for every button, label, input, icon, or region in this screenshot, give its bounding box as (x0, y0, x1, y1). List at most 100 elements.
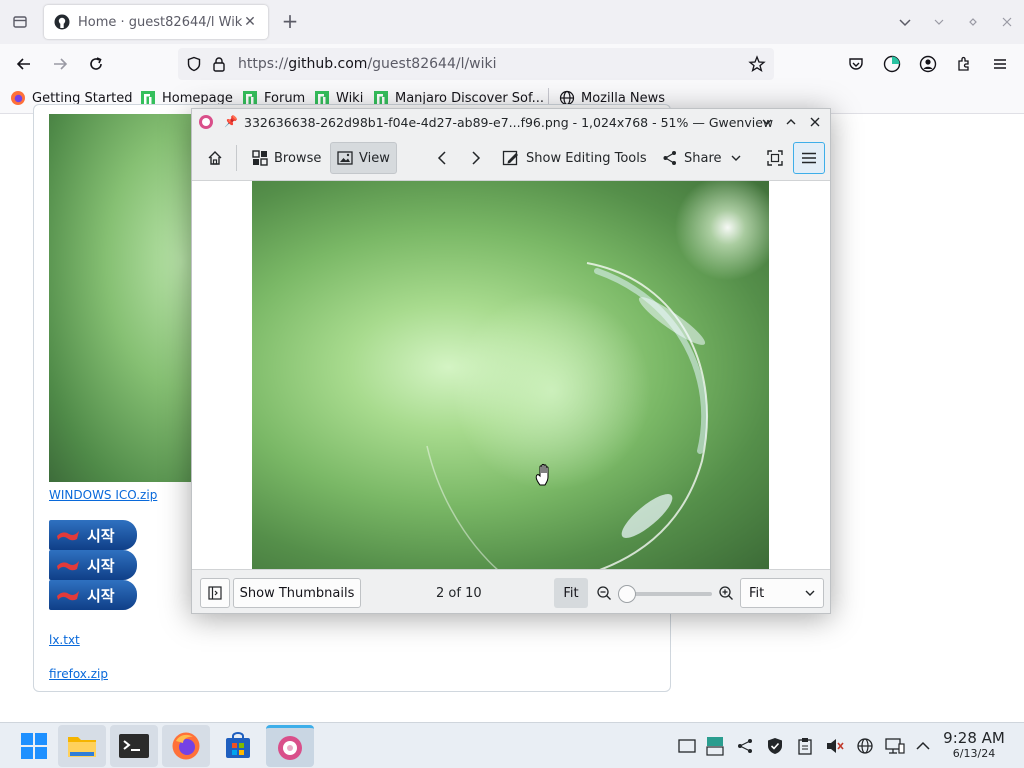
home-button[interactable] (200, 142, 230, 174)
zoom-slider-handle[interactable] (618, 585, 636, 603)
hamburger-menu-button[interactable] (793, 142, 825, 174)
firefox-icon (11, 91, 25, 105)
maximize-icon[interactable] (782, 113, 800, 131)
hamburger-menu-icon (802, 152, 816, 164)
bookmark-star-icon[interactable] (748, 55, 766, 73)
security-shield-icon[interactable] (764, 735, 786, 757)
start-flag-icon (57, 591, 79, 601)
firefox-icon (172, 732, 200, 760)
toolbar-separator (236, 145, 237, 171)
display-configuration-icon[interactable] (884, 735, 906, 757)
gwenview-titlebar[interactable]: 📌 332636638-262d98b1-f04e-4d27-ab89-e7..… (192, 109, 830, 135)
system-clock[interactable]: 9:28 AM 6/13/24 (934, 729, 1014, 761)
sidebar-toggle-button[interactable] (200, 578, 230, 608)
clipboard-icon[interactable] (794, 735, 816, 757)
start-flag-icon (57, 531, 79, 541)
start-menu-button[interactable] (10, 725, 58, 767)
start-label: 시작 (87, 586, 115, 605)
taskbar-firefox[interactable] (162, 725, 210, 767)
chevron-down-icon (731, 155, 741, 161)
start-button-image: 시작 (49, 580, 137, 610)
minimize-icon[interactable] (922, 10, 956, 34)
image-view-icon (337, 151, 353, 165)
start-flag-icon (57, 561, 79, 571)
taskbar-terminal[interactable] (110, 725, 158, 767)
zoom-out-icon[interactable] (596, 585, 612, 601)
taskbar-file-manager[interactable] (58, 725, 106, 767)
pin-icon[interactable]: 📌 (224, 115, 238, 129)
browser-tab[interactable]: Home · guest82644/l Wiki ✕ (44, 5, 268, 39)
lx-txt-link[interactable]: lx.txt (49, 633, 80, 647)
lock-icon[interactable] (212, 56, 226, 72)
zoom-mode-select[interactable]: Fit (740, 578, 824, 608)
tray-expand-chevron-up-icon[interactable] (912, 735, 934, 757)
url-prefix: https:// (238, 56, 289, 72)
close-window-icon[interactable] (990, 10, 1024, 34)
list-all-tabs-icon[interactable] (888, 10, 922, 34)
pocket-icon[interactable] (844, 52, 868, 76)
close-icon[interactable] (806, 113, 824, 131)
extensions-icon[interactable] (952, 52, 976, 76)
virtual-desktop-icon[interactable] (704, 735, 726, 757)
url-text: https://github.com/guest82644/l/wiki (238, 56, 497, 72)
start-button-image: 시작 (49, 520, 137, 550)
chevron-left-icon (437, 151, 446, 165)
volume-muted-icon[interactable] (824, 735, 846, 757)
previous-image-button[interactable] (430, 142, 454, 174)
show-desktop-icon[interactable] (676, 735, 698, 757)
clock-time: 9:28 AM (943, 729, 1005, 747)
windows-start-icon (21, 733, 47, 759)
network-globe-icon[interactable] (854, 735, 876, 757)
terminal-icon (119, 734, 149, 758)
windows-ico-link[interactable]: WINDOWS ICO.zip (49, 488, 157, 502)
taskbar-store[interactable] (214, 725, 262, 767)
browser-tab-bar: Home · guest82644/l Wiki ✕ + (0, 0, 1024, 44)
firefox-zip-link[interactable]: firefox.zip (49, 667, 108, 681)
tab-list-icon[interactable] (8, 10, 32, 34)
browser-window-controls (888, 10, 1024, 34)
zoom-in-icon[interactable] (718, 585, 734, 601)
share-button[interactable]: Share (656, 142, 748, 174)
menu-icon[interactable] (988, 52, 1012, 76)
next-image-button[interactable] (464, 142, 488, 174)
github-icon (54, 14, 70, 30)
clock-date: 6/13/24 (952, 747, 996, 760)
displayed-image[interactable] (252, 181, 769, 569)
forward-icon[interactable] (48, 52, 72, 76)
show-thumbnails-button[interactable]: Show Thumbnails (233, 578, 361, 608)
fullscreen-button[interactable] (760, 142, 790, 174)
fit-button[interactable]: Fit (554, 578, 588, 608)
tracking-protection-shield-icon[interactable] (186, 56, 202, 72)
browse-button[interactable]: Browse (246, 142, 327, 174)
view-button[interactable]: View (330, 142, 397, 174)
tab-title: Home · guest82644/l Wiki (78, 14, 242, 30)
gwenview-window: 📌 332636638-262d98b1-f04e-4d27-ab89-e7..… (191, 108, 831, 614)
zoom-slider[interactable] (618, 585, 712, 603)
account-icon[interactable] (916, 52, 940, 76)
show-editing-tools-button[interactable]: Show Editing Tools (496, 142, 653, 174)
url-bar[interactable]: https://github.com/guest82644/l/wiki (178, 48, 774, 80)
gwenview-toolbar: Browse View Show Editing Tools Share (192, 135, 830, 181)
chevron-down-icon (805, 590, 815, 596)
start-button-image: 시작 (49, 550, 137, 580)
reload-icon[interactable] (84, 52, 108, 76)
new-tab-button[interactable]: + (280, 11, 300, 33)
home-icon (208, 151, 222, 165)
back-icon[interactable] (12, 52, 36, 76)
chevron-right-icon (472, 151, 481, 165)
maximize-icon[interactable] (956, 10, 990, 34)
window-menu-chevron-icon[interactable] (758, 113, 776, 131)
browse-label: Browse (274, 150, 322, 166)
taskbar-gwenview[interactable] (266, 725, 314, 767)
folder-icon (68, 737, 96, 757)
tab-close-icon[interactable]: ✕ (242, 14, 258, 30)
vpn-extension-icon[interactable] (880, 52, 904, 76)
browse-grid-icon (252, 150, 268, 166)
image-view-area[interactable] (192, 181, 830, 569)
view-label: View (359, 150, 390, 166)
start-label: 시작 (87, 556, 115, 575)
gwenview-title: 332636638-262d98b1-f04e-4d27-ab89-e7...f… (244, 115, 774, 130)
navigation-bar: https://github.com/guest82644/l/wiki (0, 44, 1024, 84)
network-share-icon[interactable] (734, 735, 756, 757)
edit-image-icon (502, 150, 518, 166)
